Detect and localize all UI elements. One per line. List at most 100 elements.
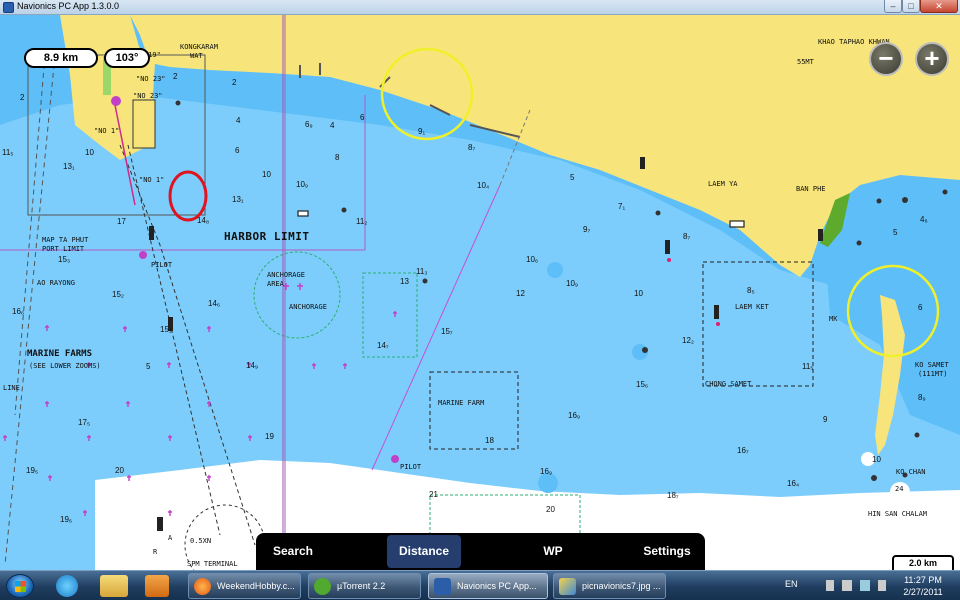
- paint-icon: [559, 578, 576, 595]
- depth-sounding: 16₇: [737, 446, 749, 455]
- label-a: A: [168, 534, 173, 542]
- battery-icon[interactable]: [860, 580, 870, 591]
- label-ko-chan: KO CHAN: [896, 468, 926, 476]
- depth-sounding: 8₇: [468, 143, 476, 152]
- clock-time: 11:27 PM: [904, 575, 942, 585]
- close-button[interactable]: ✕: [920, 0, 958, 13]
- depth-sounding: 6: [360, 113, 365, 122]
- depth-sounding: 8₅: [747, 286, 755, 295]
- depth-sounding: 19: [265, 432, 274, 441]
- depth-sounding: 9: [823, 415, 828, 424]
- marine-farm-box: [429, 371, 519, 450]
- label-anchorage-3: ANCHORAGE: [289, 303, 327, 311]
- navionics-icon: [434, 578, 451, 595]
- label-24: 24: [895, 485, 904, 493]
- depth-sounding: 10: [872, 455, 881, 464]
- anchorage-area-circle: [253, 251, 341, 339]
- zoom-out-button[interactable]: −: [869, 42, 903, 76]
- depth-sounding: 16₄: [787, 479, 800, 488]
- label-laem-ket: LAEM KET: [735, 303, 769, 311]
- depth-sounding: 4: [330, 121, 335, 130]
- label-line: LINE: [3, 384, 20, 392]
- label-wat: WAT: [190, 52, 203, 60]
- label-ko-samet-2: (111MT): [918, 370, 948, 378]
- depth-sounding: 10₉: [566, 279, 579, 288]
- bottom-toolbar: Search Distance WP Settings: [256, 533, 705, 570]
- windows-logo-icon: [15, 581, 26, 592]
- depth-sounding: 8₇: [683, 232, 691, 241]
- label-no23a: "NO 23": [136, 75, 166, 83]
- taskbar-item-navionics[interactable]: Navionics PC App...: [428, 573, 548, 599]
- depth-sounding: 16₉: [540, 467, 553, 476]
- distance-button[interactable]: Distance: [387, 535, 461, 568]
- distance-measure-line: [371, 184, 501, 471]
- depth-sounding: 10: [634, 289, 643, 298]
- system-clock[interactable]: 11:27 PM 2/27/2011: [896, 574, 950, 598]
- depth-sounding: 16₆: [12, 307, 25, 316]
- depth-sounding: 18: [485, 436, 494, 445]
- label-harbor-limit: HARBOR LIMIT: [224, 230, 310, 243]
- depth-sounding: 10: [85, 148, 94, 157]
- label-pilot-2: PILOT: [400, 463, 422, 471]
- firefox-icon: [194, 578, 211, 595]
- maximize-button[interactable]: □: [902, 0, 920, 13]
- language-indicator[interactable]: EN: [785, 579, 798, 589]
- search-button[interactable]: Search: [256, 533, 330, 570]
- depth-sounding: 11₃: [416, 267, 428, 276]
- label-laem-ya: LAEM YA: [708, 180, 738, 188]
- taskbar-item-firefox[interactable]: WeekendHobby.c...: [188, 573, 301, 599]
- internet-explorer-icon[interactable]: [56, 575, 78, 597]
- label-ban-phe: BAN PHE: [796, 185, 826, 193]
- zoom-in-button[interactable]: +: [915, 42, 949, 76]
- label-spm-terminal: SPM TERMINAL: [187, 560, 238, 568]
- depth-sounding: 10₉: [296, 180, 309, 189]
- media-player-icon[interactable]: [145, 575, 169, 597]
- depth-sounding: 19₅: [26, 466, 39, 475]
- depth-sounding: 13: [400, 277, 409, 286]
- depth-sounding: 15₂: [112, 290, 125, 299]
- minimize-button[interactable]: –: [884, 0, 902, 13]
- depth-sounding: 6: [235, 146, 240, 155]
- depth-sounding: 8₉: [918, 393, 926, 402]
- depth-sounding: 5: [893, 228, 898, 237]
- depth-sounding: 9₇: [583, 225, 591, 234]
- scale-label: 2.0 km: [908, 558, 938, 568]
- depth-sounding: 4: [236, 116, 241, 125]
- depth-sounding: 15₁: [160, 325, 172, 334]
- depth-sounding: 19₆: [60, 515, 73, 524]
- depth-sounding: 16₉: [568, 411, 581, 420]
- clock-date: 2/27/2011: [903, 587, 943, 597]
- label-no1a: "NO 1": [94, 127, 120, 135]
- start-button[interactable]: [6, 574, 34, 598]
- depth-sounding: 10: [262, 170, 271, 179]
- depth-sounding: 14₉: [246, 361, 259, 370]
- nautical-chart[interactable]: KONGKARAM WAT KHAO TAPHAO KHWAN 55MT LAE…: [0, 15, 960, 570]
- waypoint-button[interactable]: WP: [516, 533, 590, 570]
- depth-sounding: 14₇: [377, 341, 389, 350]
- depth-sounding: 6: [918, 303, 923, 312]
- depth-sounding: 15₆: [636, 380, 649, 389]
- folder-icon[interactable]: [100, 575, 128, 597]
- label-marine-farm: MARINE FARM: [438, 399, 485, 407]
- taskbar-item-paint[interactable]: picnavionics7.jpg ...: [553, 573, 666, 599]
- depth-sounding: 10₆: [526, 255, 539, 264]
- label-hin-san-chalam: HIN SAN CHALAM: [868, 510, 928, 518]
- network-icon[interactable]: [842, 580, 852, 591]
- depth-sounding: 10₄: [477, 181, 490, 190]
- depth-sounding: 6₉: [305, 120, 313, 129]
- taskbar-item-utorrent[interactable]: µTorrent 2.2: [308, 573, 421, 599]
- depth-sounding: 11₂: [356, 217, 368, 226]
- depth-sounding: 14₈: [197, 216, 210, 225]
- depth-sounding: 15₃: [58, 255, 71, 264]
- depth-sounding: 11₅: [802, 362, 814, 371]
- label-r: R: [153, 548, 158, 556]
- depth-sounding: 15₇: [441, 327, 453, 336]
- depth-sounding: 5: [146, 362, 151, 371]
- depth-sounding: 5: [570, 173, 575, 182]
- flag-icon[interactable]: [826, 580, 834, 591]
- settings-button[interactable]: Settings: [630, 533, 704, 570]
- depth-sounding: 20: [546, 505, 555, 514]
- signal-icon[interactable]: [878, 580, 886, 591]
- label-mk: MK: [829, 315, 838, 323]
- depth-sounding: 2: [232, 78, 237, 87]
